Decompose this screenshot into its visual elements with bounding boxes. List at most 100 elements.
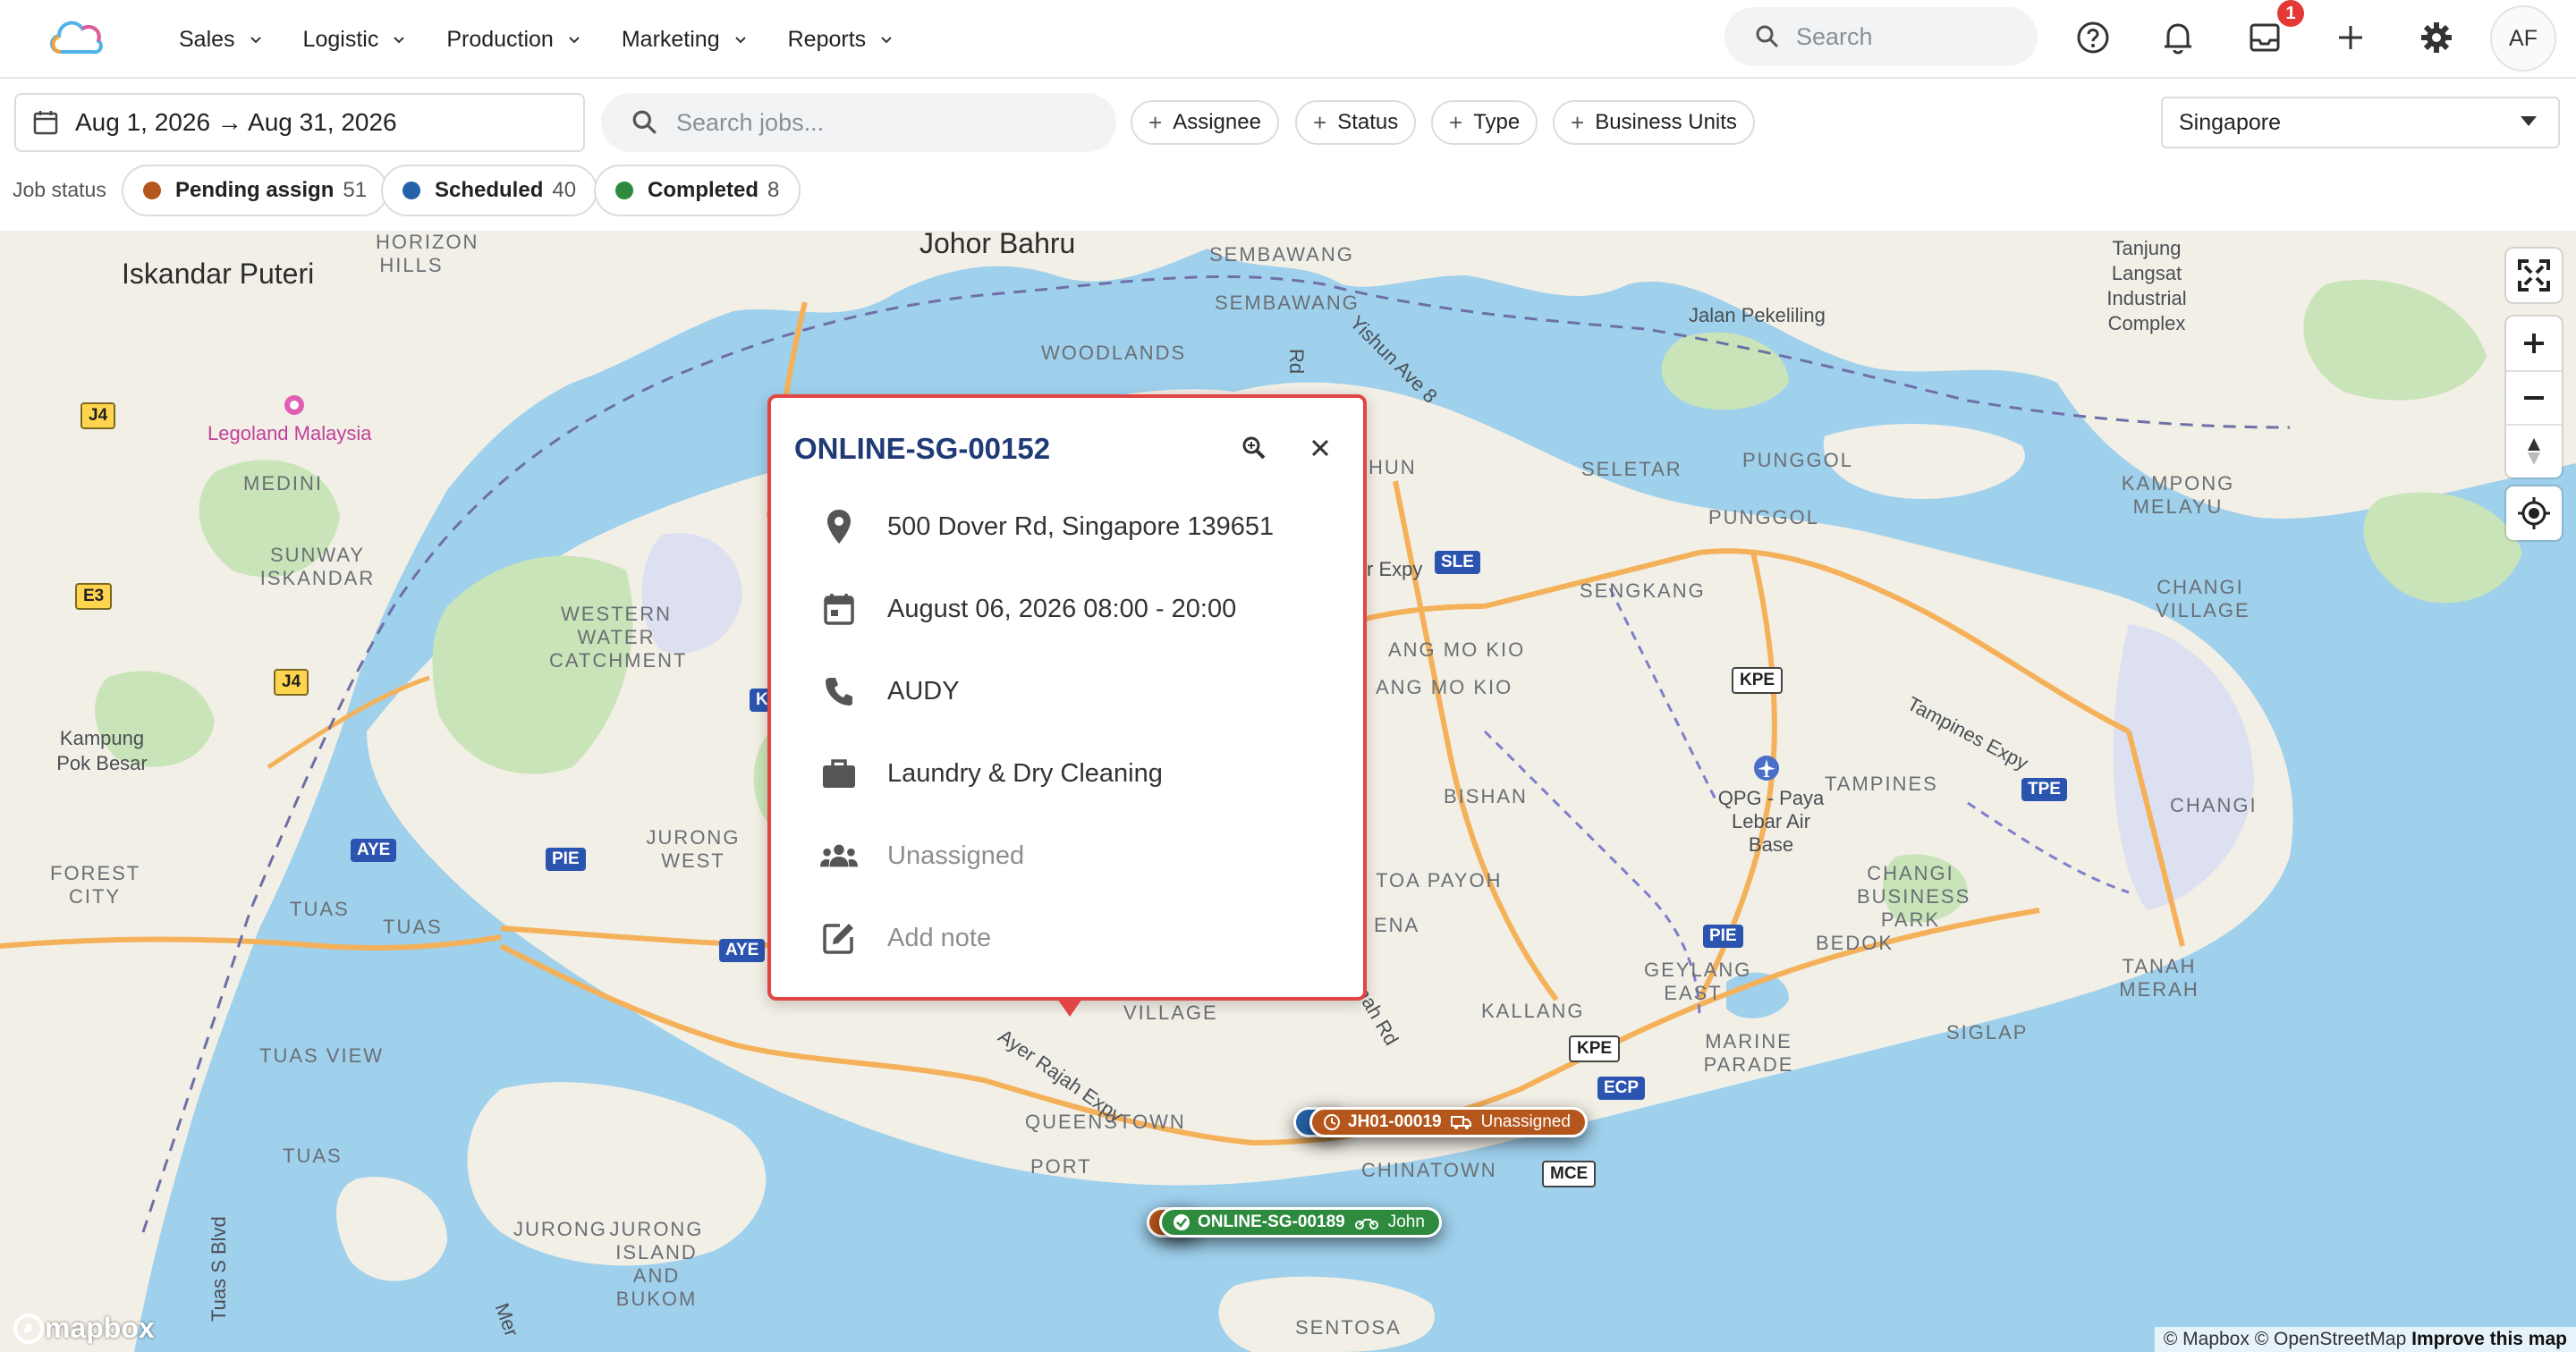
map-label-medini: MEDINI (243, 472, 323, 494)
map-label-tuas-s-blvd: Tuas S Blvd (208, 1216, 230, 1322)
job-marker-online-sg-00189[interactable]: ONLINE-SG-00189 John (1159, 1207, 1442, 1238)
status-dot-icon (143, 182, 161, 199)
status-completed[interactable]: Completed 8 (594, 165, 801, 216)
clock-icon (1324, 1114, 1340, 1130)
user-avatar[interactable]: AF (2490, 5, 2556, 72)
close-icon (1311, 439, 1329, 457)
nav-marketing[interactable]: Marketing (622, 27, 749, 53)
inbox-icon[interactable] (2245, 18, 2284, 57)
geolocate-button[interactable] (2506, 486, 2562, 540)
status-dot-icon (402, 182, 420, 199)
mapbox-icon (13, 1313, 44, 1344)
nav-sales[interactable]: Sales (179, 27, 264, 53)
filter-status-label: Status (1337, 110, 1399, 134)
job-marker-jh01-00019[interactable]: JH01-00019 Unassigned (1309, 1107, 1588, 1137)
plus-icon: + (1571, 108, 1585, 136)
map-label-sentosa: SENTOSA (1295, 1316, 1402, 1339)
mapbox-logo[interactable]: mapbox (13, 1312, 155, 1345)
nav-reports[interactable]: Reports (788, 27, 895, 53)
map-label-sembawang: SEMBAWANG (1209, 243, 1354, 266)
road-shield-ecp: ECP (1597, 1077, 1646, 1100)
cloud-logo-icon[interactable] (47, 13, 106, 59)
map-label-changi: CHANGI (2170, 794, 2258, 816)
map-label-tuas-view: TUAS VIEW (259, 1044, 385, 1067)
status-scheduled-count: 40 (552, 178, 577, 202)
map-label-sembawang-2: SEMBAWANG (1215, 292, 1360, 314)
status-scheduled-label: Scheduled (435, 178, 544, 202)
nav-production-label: Production (446, 26, 554, 52)
popup-assignee: Unassigned (887, 841, 1025, 870)
bell-icon[interactable] (2158, 18, 2198, 57)
improve-map-link[interactable]: Improve this map (2411, 1329, 2567, 1349)
fullscreen-icon (2518, 259, 2550, 292)
map-label-changi-village: CHANGI VILLAGE (2156, 576, 2250, 621)
status-completed-count: 8 (767, 178, 780, 202)
map-label-jurong: JURONG (513, 1218, 607, 1240)
marker-assignee: John (1387, 1213, 1425, 1231)
job-detail-popup: ONLINE-SG-00152 500 Dover Rd, Singapore … (767, 394, 1367, 1017)
map-label-kampong-melayu: KAMPONG MELAYU (2121, 472, 2235, 518)
region-select[interactable]: Singapore (2161, 97, 2560, 148)
road-shield-e3: E3 (75, 583, 113, 610)
map-label-kampung-pok-besar: Kampung Pok Besar (56, 727, 148, 774)
caret-down-icon (2521, 116, 2537, 126)
map-label-tuas-2: TUAS (383, 916, 443, 938)
compass-button[interactable] (2506, 424, 2562, 477)
job-search-input[interactable] (676, 108, 1088, 137)
map-label-geylang-east: GEYLANG EAST (1644, 959, 1752, 1004)
briefcase-icon (823, 759, 855, 788)
map-label-punggol-2: PUNGGOL (1708, 506, 1820, 528)
help-icon[interactable] (2073, 18, 2113, 57)
fullscreen-button[interactable] (2506, 249, 2562, 302)
calendar-icon (33, 111, 58, 135)
map-label-bedok: BEDOK (1816, 932, 1894, 954)
check-circle-icon (1174, 1214, 1190, 1230)
popup-assignee-row[interactable]: Unassigned (819, 836, 1024, 875)
zoom-out-button[interactable] (2506, 370, 2562, 424)
map-label-ena: ENA (1374, 914, 1420, 936)
filter-assignee-chip[interactable]: + Assignee (1131, 100, 1279, 145)
status-pending-count: 51 (343, 178, 368, 202)
road-shield-j4-2: J4 (274, 669, 309, 696)
map-label-legoland: Legoland Malaysia (208, 422, 372, 444)
close-popup-button[interactable] (1302, 430, 1338, 466)
phone-icon (826, 678, 852, 706)
nav-production[interactable]: Production (446, 27, 582, 53)
job-status-label: Job status (13, 178, 106, 201)
date-range-picker[interactable]: Aug 1, 2026 → Aug 31, 2026 (14, 93, 585, 152)
map-attribution: © Mapbox © OpenStreetMap Improve this ma… (2154, 1327, 2576, 1352)
filter-business-units-label: Business Units (1595, 110, 1737, 134)
popup-address: 500 Dover Rd, Singapore 139651 (887, 511, 1275, 541)
popup-note-row[interactable]: Add note (819, 918, 991, 958)
location-pin-icon (827, 510, 851, 544)
people-group-icon (819, 844, 859, 867)
gear-icon[interactable] (2417, 18, 2456, 57)
nav-reports-label: Reports (787, 26, 867, 52)
job-search (601, 93, 1116, 152)
nav-logistic[interactable]: Logistic (303, 27, 408, 53)
filter-type-label: Type (1473, 110, 1521, 134)
global-search-input[interactable] (1796, 22, 2020, 51)
popup-contact: AUDY (887, 676, 960, 706)
filter-business-units-chip[interactable]: + Business Units (1553, 100, 1755, 145)
map-label-johor-bahru: Johor Bahru (919, 231, 1076, 259)
map-label-rd: Rd (1285, 349, 1308, 375)
map-label-tanjung-langsat: Tanjung Langsat Industrial Complex (2106, 237, 2187, 334)
status-scheduled[interactable]: Scheduled 40 (381, 165, 598, 216)
map-label-tuas-3: TUAS (283, 1145, 343, 1167)
map-label-tanah-merah: TANAH MERAH (2119, 955, 2199, 1001)
zoom-in-button[interactable] (2506, 317, 2562, 370)
zoom-control (2506, 317, 2562, 477)
truck-icon (1450, 1116, 1471, 1129)
nav-sales-label: Sales (179, 26, 235, 52)
edit-note-icon (823, 924, 853, 954)
zoom-to-job-button[interactable] (1236, 430, 1272, 466)
marker-assignee: Unassigned (1480, 1112, 1571, 1131)
popup-add-note: Add note (887, 923, 992, 952)
status-pending-assign[interactable]: Pending assign 51 (122, 165, 389, 216)
filter-status-chip[interactable]: + Status (1295, 100, 1417, 145)
filter-type-chip[interactable]: + Type (1431, 100, 1538, 145)
popup-job-title[interactable]: ONLINE-SG-00152 (794, 432, 1050, 466)
map-label-port: PORT (1030, 1155, 1092, 1178)
plus-icon[interactable] (2331, 18, 2370, 57)
